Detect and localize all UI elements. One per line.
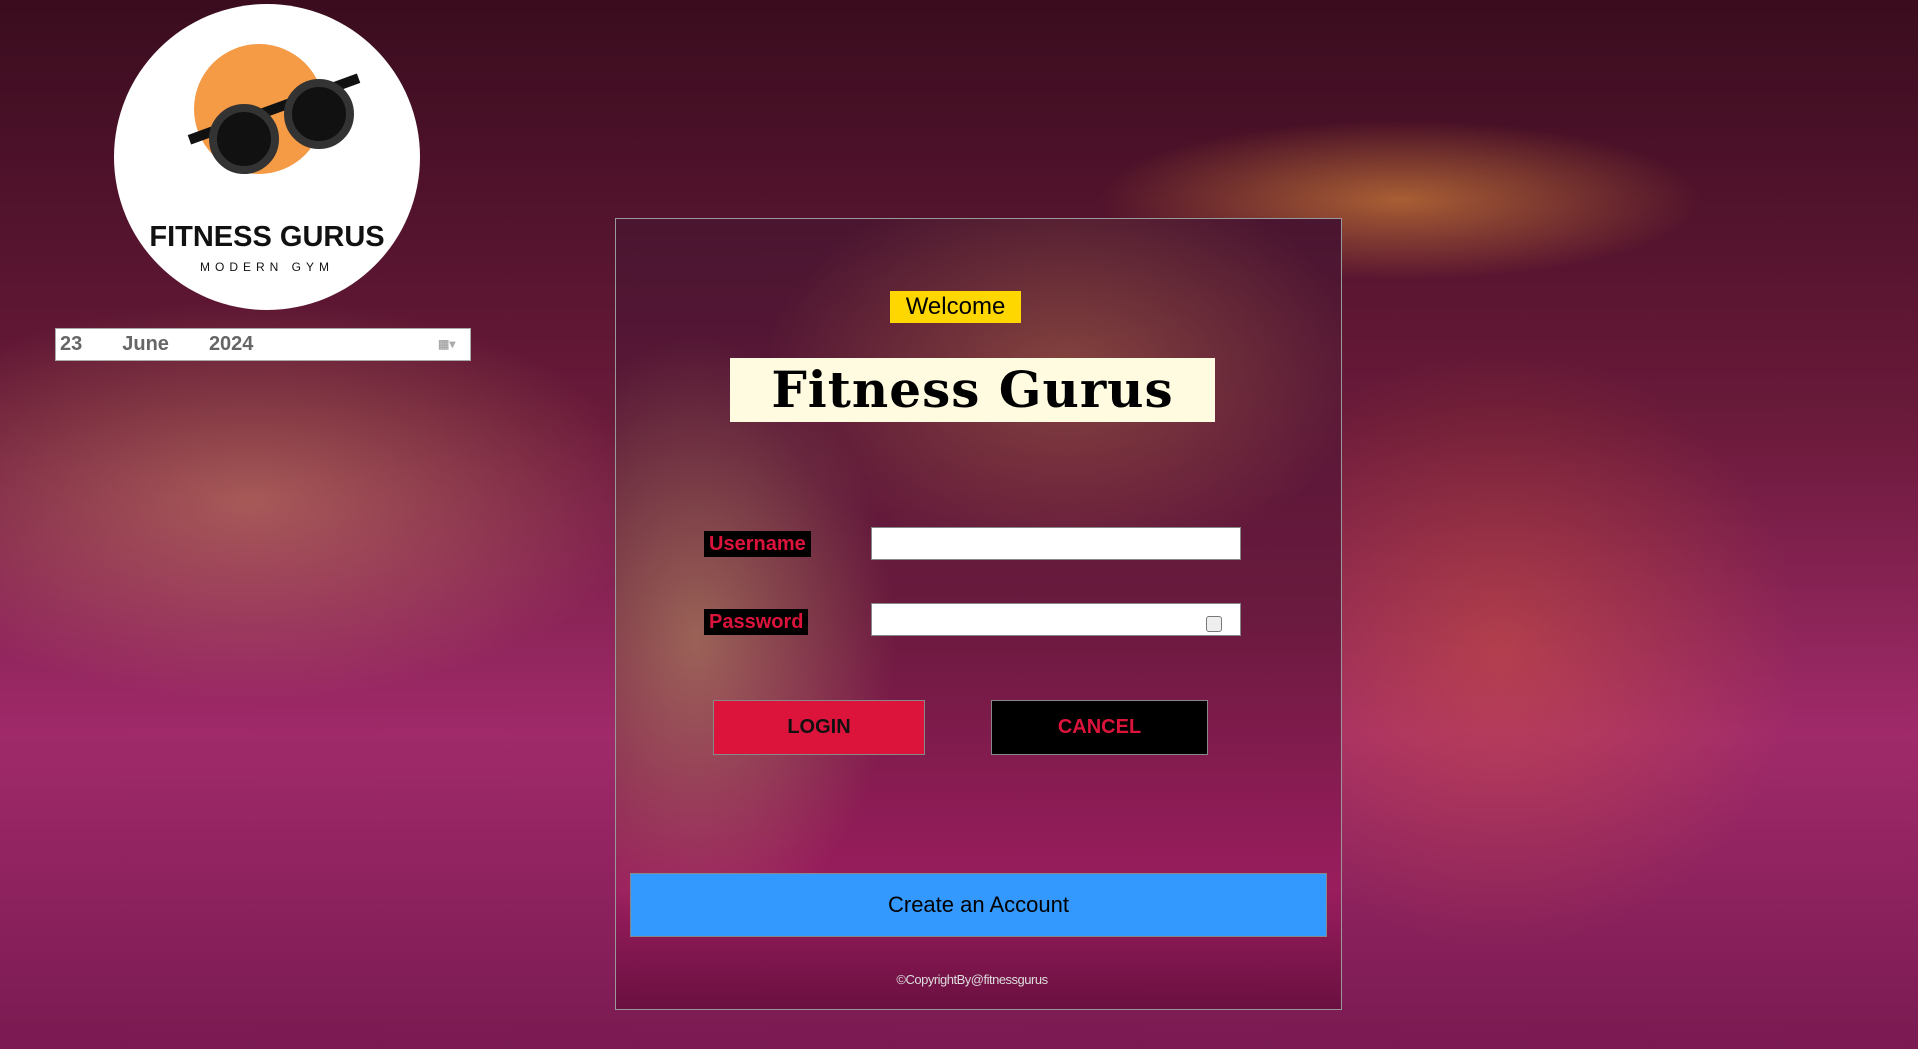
password-label: Password — [704, 609, 809, 635]
show-password-checkbox[interactable] — [1206, 616, 1222, 632]
date-month: June — [122, 333, 169, 355]
date-picker[interactable]: 23 June 2024 ▦▾ — [55, 328, 471, 361]
username-input[interactable] — [871, 527, 1241, 560]
password-input[interactable] — [871, 603, 1241, 636]
logo-tagline: MODERN GYM — [200, 260, 334, 274]
weight-plate-icon — [284, 79, 354, 149]
copyright-text: ©CopyrightBy@fitnessgurus — [896, 972, 1048, 987]
calendar-icon[interactable]: ▦▾ — [438, 337, 460, 353]
date-day: 23 — [60, 333, 83, 355]
app-title: Fitness Gurus — [730, 358, 1215, 422]
username-label: Username — [704, 531, 811, 557]
weight-plate-icon — [209, 104, 279, 174]
create-account-button[interactable]: Create an Account — [630, 873, 1327, 937]
login-button[interactable]: LOGIN — [713, 700, 925, 755]
date-year: 2024 — [208, 333, 254, 355]
cancel-button[interactable]: CANCEL — [991, 700, 1208, 755]
logo: FITNESS GURUS MODERN GYM — [114, 4, 420, 310]
welcome-label: Welcome — [890, 291, 1021, 323]
logo-name: FITNESS GURUS — [149, 221, 385, 253]
